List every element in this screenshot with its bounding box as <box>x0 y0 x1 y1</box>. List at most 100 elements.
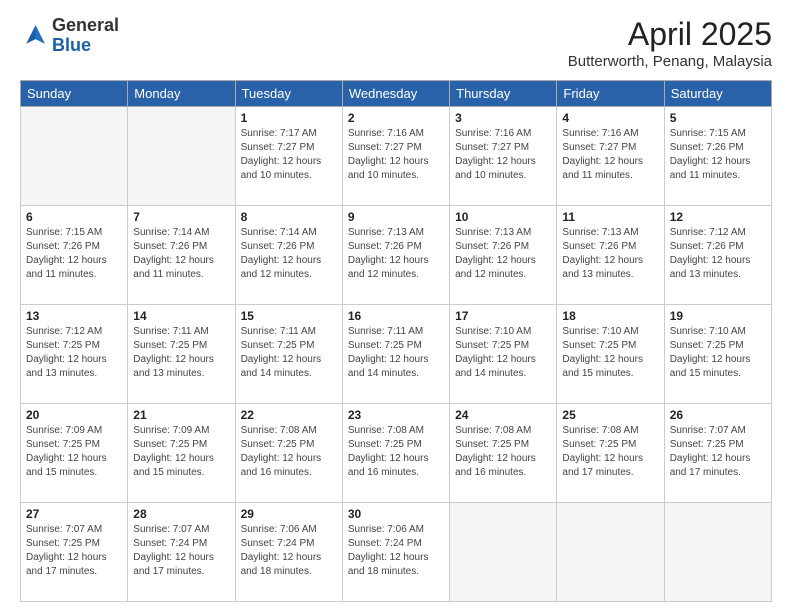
title-month: April 2025 <box>568 16 772 53</box>
day-info: Sunrise: 7:10 AM Sunset: 7:25 PM Dayligh… <box>670 325 766 381</box>
day-number: 14 <box>133 309 229 323</box>
day-info: Sunrise: 7:08 AM Sunset: 7:25 PM Dayligh… <box>562 424 658 480</box>
day-info: Sunrise: 7:06 AM Sunset: 7:24 PM Dayligh… <box>348 523 444 579</box>
day-number: 27 <box>26 507 122 521</box>
day-info: Sunrise: 7:13 AM Sunset: 7:26 PM Dayligh… <box>348 226 444 282</box>
day-number: 28 <box>133 507 229 521</box>
table-row: 21 Sunrise: 7:09 AM Sunset: 7:25 PM Dayli… <box>128 404 235 503</box>
header: General Blue April 2025 Butterworth, Pen… <box>20 16 772 70</box>
table-row: 30Sunrise: 7:06 AM Sunset: 7:24 PM Dayli… <box>342 503 449 602</box>
day-number: 7 <box>133 210 229 224</box>
table-row: 26 Sunrise: 7:07 AM Sunset: 7:25 PM Dayli… <box>664 404 771 503</box>
day-info: Sunrise: 7:16 AM Sunset: 7:27 PM Dayligh… <box>348 127 444 183</box>
table-row: 27 Sunrise: 7:07 AM Sunset: 7:25 PM Dayli… <box>21 503 128 602</box>
day-info: Sunrise: 7:09 AM Sunset: 7:25 PM Dayligh… <box>133 424 229 480</box>
day-info: Sunrise: 7:08 AM Sunset: 7:25 PM Dayligh… <box>348 424 444 480</box>
table-row: 19 Sunrise: 7:10 AM Sunset: 7:25 PM Dayli… <box>664 305 771 404</box>
table-row: 6 Sunrise: 7:15 AM Sunset: 7:26 PM Daylig… <box>21 206 128 305</box>
day-number: 9 <box>348 210 444 224</box>
day-info: Sunrise: 7:15 AM Sunset: 7:26 PM Dayligh… <box>670 127 766 183</box>
col-friday: Friday <box>557 81 664 107</box>
day-number: 24 <box>455 408 551 422</box>
day-number: 23 <box>348 408 444 422</box>
table-row: 20 Sunrise: 7:09 AM Sunset: 7:25 PM Dayli… <box>21 404 128 503</box>
day-number: 6 <box>26 210 122 224</box>
title-block: April 2025 Butterworth, Penang, Malaysia <box>568 16 772 70</box>
logo: General Blue <box>20 16 119 56</box>
table-row <box>664 503 771 602</box>
calendar-week-row: 1 Sunrise: 7:17 AM Sunset: 7:27 PM Daylig… <box>21 107 772 206</box>
day-info: Sunrise: 7:15 AM Sunset: 7:26 PM Dayligh… <box>26 226 122 282</box>
day-info: Sunrise: 7:10 AM Sunset: 7:25 PM Dayligh… <box>455 325 551 381</box>
col-sunday: Sunday <box>21 81 128 107</box>
table-row: 17 Sunrise: 7:10 AM Sunset: 7:25 PM Dayli… <box>450 305 557 404</box>
table-row: 13Sunrise: 7:12 AM Sunset: 7:25 PM Dayli… <box>21 305 128 404</box>
table-row: 1 Sunrise: 7:17 AM Sunset: 7:27 PM Daylig… <box>235 107 342 206</box>
day-info: Sunrise: 7:11 AM Sunset: 7:25 PM Dayligh… <box>348 325 444 381</box>
calendar-week-row: 27 Sunrise: 7:07 AM Sunset: 7:25 PM Dayli… <box>21 503 772 602</box>
col-tuesday: Tuesday <box>235 81 342 107</box>
col-monday: Monday <box>128 81 235 107</box>
col-wednesday: Wednesday <box>342 81 449 107</box>
day-info: Sunrise: 7:13 AM Sunset: 7:26 PM Dayligh… <box>455 226 551 282</box>
table-row: 4Sunrise: 7:16 AM Sunset: 7:27 PM Daylig… <box>557 107 664 206</box>
day-info: Sunrise: 7:14 AM Sunset: 7:26 PM Dayligh… <box>133 226 229 282</box>
table-row: 22 Sunrise: 7:08 AM Sunset: 7:25 PM Dayli… <box>235 404 342 503</box>
table-row: 3 Sunrise: 7:16 AM Sunset: 7:27 PM Daylig… <box>450 107 557 206</box>
col-saturday: Saturday <box>664 81 771 107</box>
day-info: Sunrise: 7:06 AM Sunset: 7:24 PM Dayligh… <box>241 523 337 579</box>
day-info: Sunrise: 7:10 AM Sunset: 7:25 PM Dayligh… <box>562 325 658 381</box>
day-info: Sunrise: 7:17 AM Sunset: 7:27 PM Dayligh… <box>241 127 337 183</box>
table-row: 16 Sunrise: 7:11 AM Sunset: 7:25 PM Dayli… <box>342 305 449 404</box>
table-row <box>128 107 235 206</box>
day-info: Sunrise: 7:13 AM Sunset: 7:26 PM Dayligh… <box>562 226 658 282</box>
calendar-week-row: 13Sunrise: 7:12 AM Sunset: 7:25 PM Dayli… <box>21 305 772 404</box>
title-location: Butterworth, Penang, Malaysia <box>568 53 772 70</box>
table-row: 25Sunrise: 7:08 AM Sunset: 7:25 PM Dayli… <box>557 404 664 503</box>
day-number: 21 <box>133 408 229 422</box>
day-number: 4 <box>562 111 658 125</box>
table-row: 9 Sunrise: 7:13 AM Sunset: 7:26 PM Daylig… <box>342 206 449 305</box>
day-info: Sunrise: 7:07 AM Sunset: 7:25 PM Dayligh… <box>26 523 122 579</box>
day-info: Sunrise: 7:16 AM Sunset: 7:27 PM Dayligh… <box>455 127 551 183</box>
day-number: 19 <box>670 309 766 323</box>
day-info: Sunrise: 7:11 AM Sunset: 7:25 PM Dayligh… <box>133 325 229 381</box>
table-row: 12Sunrise: 7:12 AM Sunset: 7:26 PM Dayli… <box>664 206 771 305</box>
table-row: 15Sunrise: 7:11 AM Sunset: 7:25 PM Dayli… <box>235 305 342 404</box>
calendar-table: Sunday Monday Tuesday Wednesday Thursday… <box>20 80 772 602</box>
day-number: 11 <box>562 210 658 224</box>
day-number: 29 <box>241 507 337 521</box>
day-number: 3 <box>455 111 551 125</box>
day-info: Sunrise: 7:08 AM Sunset: 7:25 PM Dayligh… <box>241 424 337 480</box>
day-number: 16 <box>348 309 444 323</box>
day-number: 1 <box>241 111 337 125</box>
table-row: 18 Sunrise: 7:10 AM Sunset: 7:25 PM Dayli… <box>557 305 664 404</box>
calendar-week-row: 6 Sunrise: 7:15 AM Sunset: 7:26 PM Daylig… <box>21 206 772 305</box>
day-info: Sunrise: 7:12 AM Sunset: 7:26 PM Dayligh… <box>670 226 766 282</box>
table-row: 7 Sunrise: 7:14 AM Sunset: 7:26 PM Daylig… <box>128 206 235 305</box>
table-row: 23 Sunrise: 7:08 AM Sunset: 7:25 PM Dayli… <box>342 404 449 503</box>
logo-text: General Blue <box>52 16 119 56</box>
logo-general-text: General <box>52 15 119 35</box>
table-row: 5Sunrise: 7:15 AM Sunset: 7:26 PM Daylig… <box>664 107 771 206</box>
day-info: Sunrise: 7:09 AM Sunset: 7:25 PM Dayligh… <box>26 424 122 480</box>
table-row <box>557 503 664 602</box>
logo-icon <box>20 22 48 50</box>
day-number: 2 <box>348 111 444 125</box>
table-row: 28 Sunrise: 7:07 AM Sunset: 7:24 PM Dayli… <box>128 503 235 602</box>
table-row: 2 Sunrise: 7:16 AM Sunset: 7:27 PM Daylig… <box>342 107 449 206</box>
day-info: Sunrise: 7:07 AM Sunset: 7:24 PM Dayligh… <box>133 523 229 579</box>
table-row: 14 Sunrise: 7:11 AM Sunset: 7:25 PM Dayli… <box>128 305 235 404</box>
day-number: 17 <box>455 309 551 323</box>
table-row <box>21 107 128 206</box>
day-info: Sunrise: 7:07 AM Sunset: 7:25 PM Dayligh… <box>670 424 766 480</box>
day-info: Sunrise: 7:08 AM Sunset: 7:25 PM Dayligh… <box>455 424 551 480</box>
day-number: 26 <box>670 408 766 422</box>
day-number: 20 <box>26 408 122 422</box>
table-row: 29 Sunrise: 7:06 AM Sunset: 7:24 PM Dayli… <box>235 503 342 602</box>
day-number: 10 <box>455 210 551 224</box>
table-row: 8Sunrise: 7:14 AM Sunset: 7:26 PM Daylig… <box>235 206 342 305</box>
day-number: 18 <box>562 309 658 323</box>
day-number: 22 <box>241 408 337 422</box>
calendar-week-row: 20 Sunrise: 7:09 AM Sunset: 7:25 PM Dayli… <box>21 404 772 503</box>
